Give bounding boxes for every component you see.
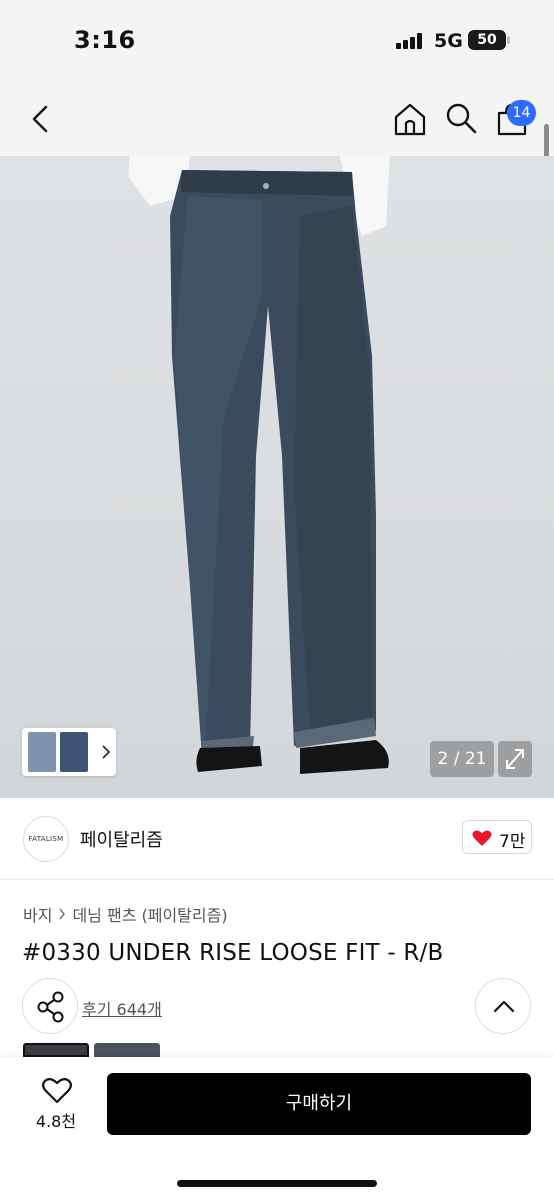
fullscreen-button[interactable] bbox=[498, 741, 532, 777]
chevron-right-icon bbox=[59, 908, 66, 920]
home-indicator[interactable] bbox=[177, 1180, 377, 1187]
share-icon bbox=[37, 991, 64, 1023]
status-bar: 3:16 5G 50 bbox=[0, 0, 554, 84]
heart-icon[interactable] bbox=[42, 1077, 72, 1104]
heart-icon bbox=[472, 830, 492, 846]
buy-button[interactable]: 구매하기 bbox=[107, 1073, 531, 1135]
share-button[interactable] bbox=[22, 978, 78, 1034]
brand-name[interactable]: 페이탈리즘 bbox=[80, 826, 163, 852]
network-type: 5G bbox=[434, 30, 463, 52]
chevron-up-icon bbox=[493, 1000, 515, 1013]
status-time: 3:16 bbox=[74, 26, 136, 54]
color-option-thumbnail[interactable] bbox=[23, 1043, 89, 1057]
brand-logo[interactable]: FATALISM bbox=[23, 816, 69, 862]
product-title: #0330 UNDER RISE LOOSE FIT - R/B bbox=[22, 940, 444, 966]
product-photo-jeans bbox=[128, 156, 390, 774]
chevron-right-icon bbox=[102, 745, 111, 759]
cart-count-badge: 14 bbox=[507, 100, 536, 126]
color-option-thumbnail[interactable] bbox=[94, 1043, 160, 1057]
search-icon[interactable] bbox=[444, 101, 478, 135]
scroll-to-top-button[interactable] bbox=[475, 978, 531, 1034]
battery-tip bbox=[507, 36, 510, 44]
breadcrumb-item[interactable]: 데님 팬츠 (페이탈리즘) bbox=[72, 902, 227, 926]
back-arrow-icon[interactable] bbox=[24, 102, 58, 136]
image-page-counter: 2 / 21 bbox=[430, 741, 494, 777]
thumbnail-strip[interactable] bbox=[22, 728, 116, 776]
expand-icon bbox=[506, 749, 524, 769]
review-count-link[interactable]: 후기 644개 bbox=[82, 996, 162, 1020]
breadcrumb-item[interactable]: 바지 bbox=[23, 902, 52, 926]
home-icon[interactable] bbox=[392, 101, 428, 137]
brand-like-button[interactable]: 7만 bbox=[462, 820, 532, 854]
breadcrumb: 바지 데님 팬츠 (페이탈리즘) bbox=[23, 902, 228, 926]
thumbnail-image[interactable] bbox=[60, 732, 88, 772]
brand-like-count: 7만 bbox=[499, 832, 526, 852]
signal-strength-icon bbox=[396, 33, 426, 49]
top-nav-bar bbox=[0, 84, 554, 156]
thumbnail-image[interactable] bbox=[28, 732, 56, 772]
battery-icon: 50 bbox=[468, 30, 506, 50]
wishlist-count: 4.8천 bbox=[35, 1112, 77, 1131]
brand-row[interactable]: FATALISM 페이탈리즘 7만 bbox=[0, 798, 554, 880]
product-image-gallery[interactable] bbox=[0, 156, 554, 798]
